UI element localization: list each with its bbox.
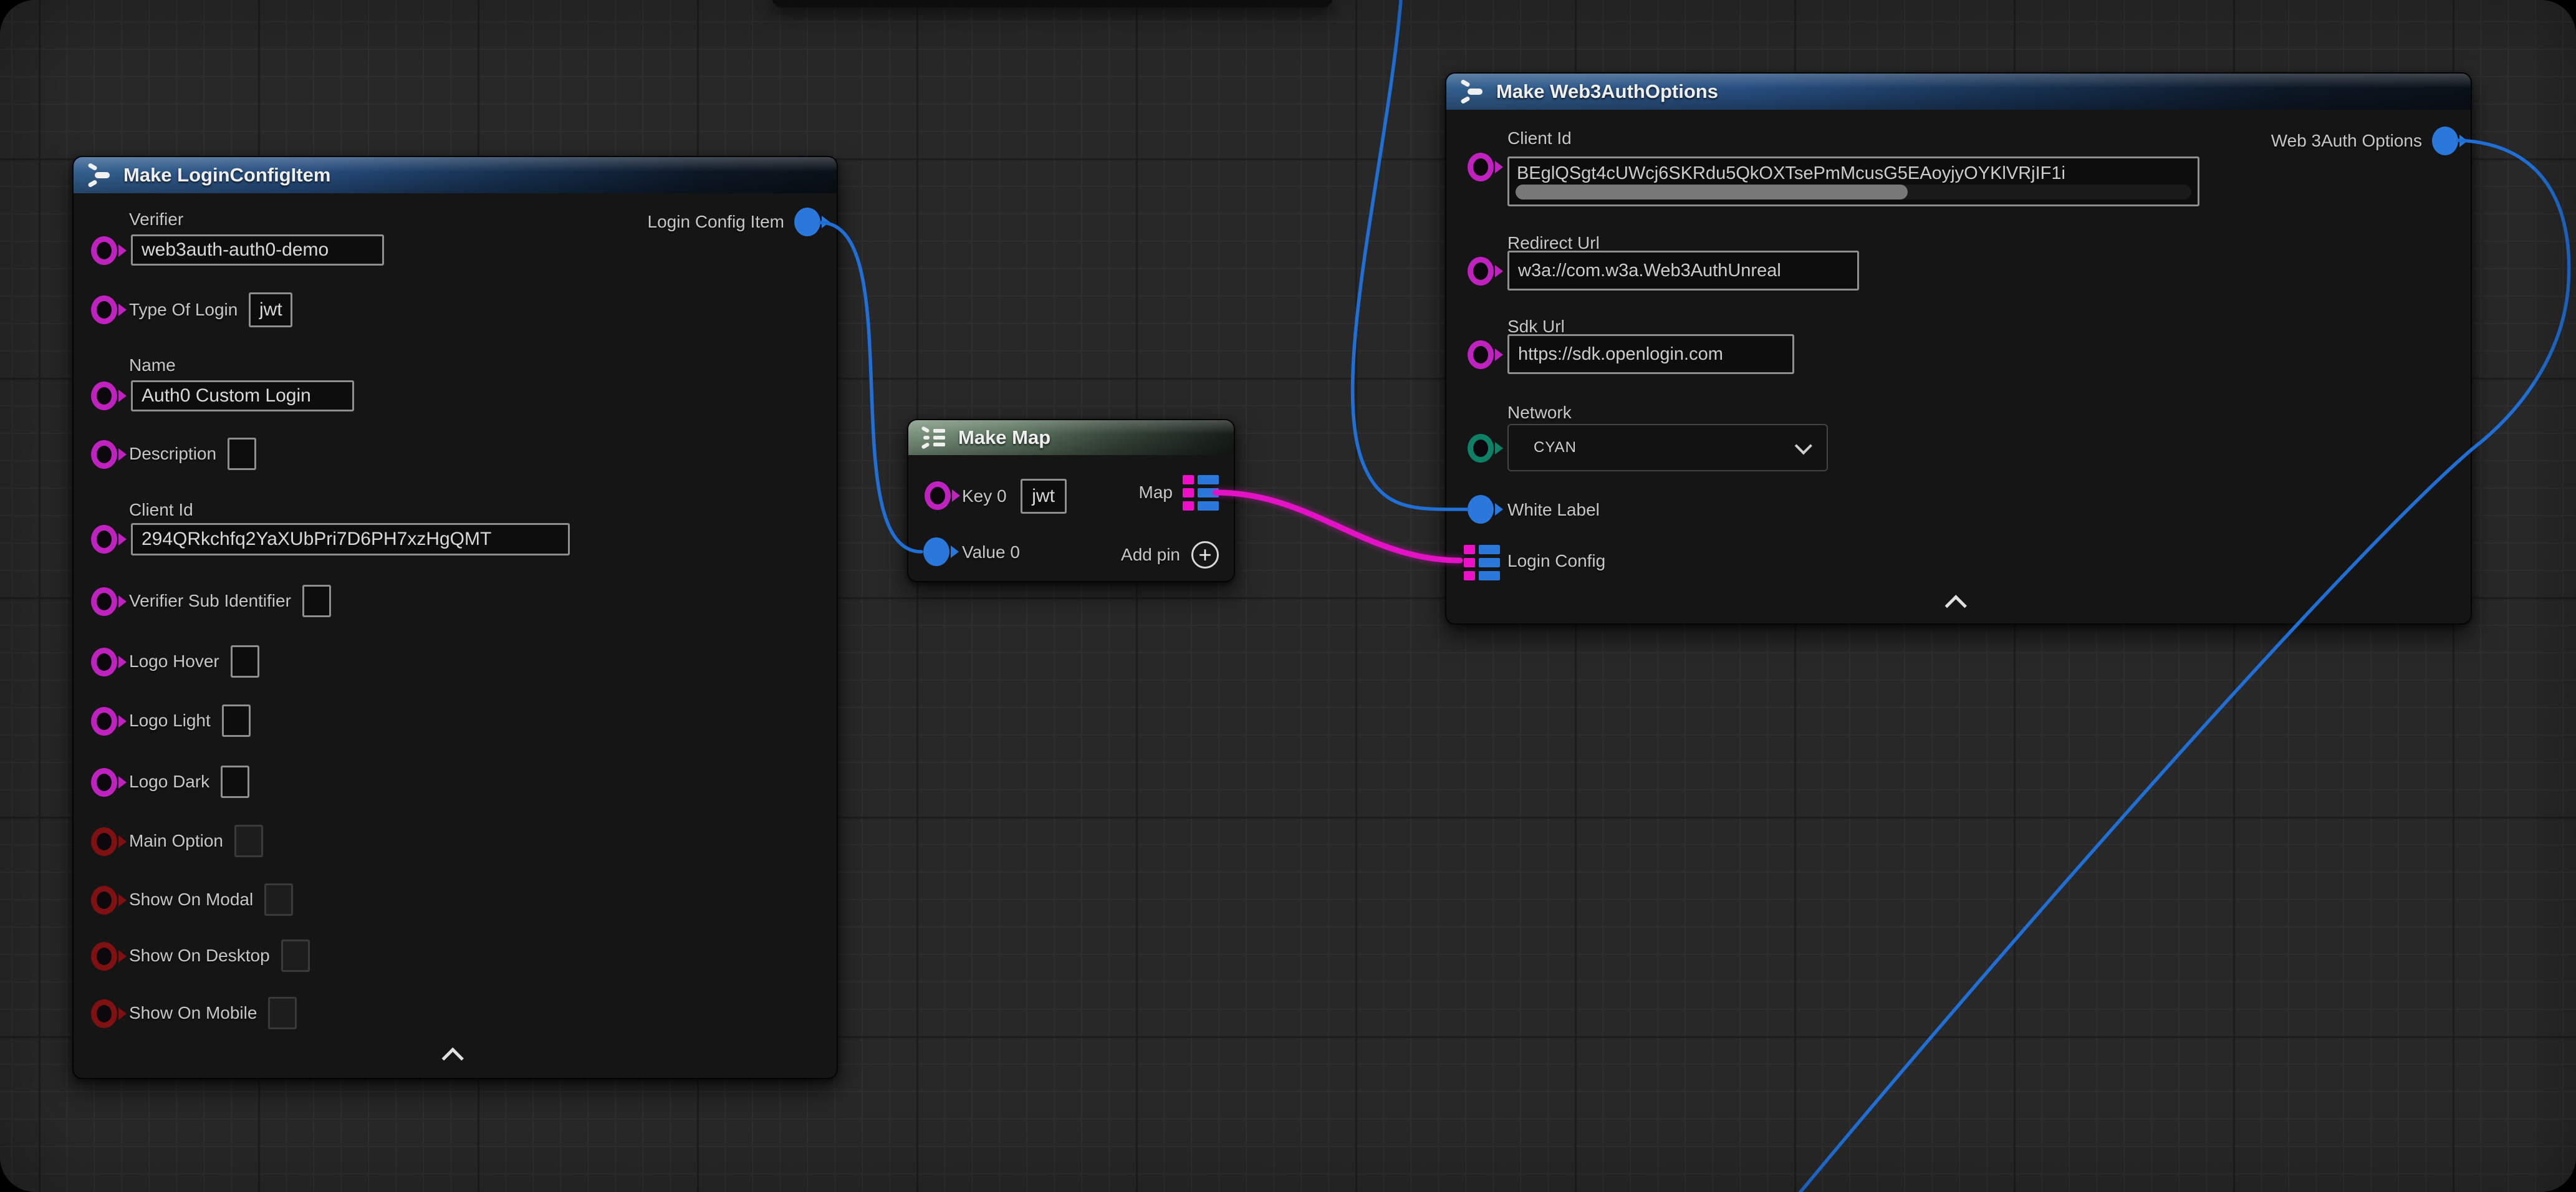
chevron-up-icon	[1945, 595, 1967, 617]
network-dropdown[interactable]: CYAN	[1507, 424, 1828, 471]
login-config-item-output-pin[interactable]	[794, 208, 820, 236]
client-id-scrollbar[interactable]	[1516, 185, 2191, 199]
verifier-sub-identifier-label: Verifier Sub Identifier	[129, 591, 291, 611]
chevron-up-icon	[441, 1047, 463, 1069]
show-on-mobile-label: Show On Mobile	[129, 1003, 257, 1023]
white-label-label: White Label	[1507, 500, 1600, 520]
show-on-modal-checkbox[interactable]	[264, 883, 293, 916]
add-pin-icon[interactable]: +	[1191, 541, 1219, 569]
network-pin[interactable]	[1468, 434, 1494, 463]
node-make-login-config-item[interactable]: Make LoginConfigItem Verifier Login Conf…	[72, 156, 838, 1079]
logo-light-label: Logo Light	[129, 711, 211, 731]
description-pin[interactable]	[91, 440, 117, 469]
show-on-mobile-checkbox[interactable]	[268, 997, 297, 1029]
key-0-label: Key 0	[962, 486, 1007, 506]
login-config-label: Login Config	[1507, 551, 1605, 571]
login-config-item-output-label: Login Config Item	[648, 212, 784, 232]
show-on-desktop-checkbox[interactable]	[281, 940, 310, 972]
web3auth-options-output-label: Web 3Auth Options	[2271, 131, 2422, 151]
logo-hover-pin[interactable]	[91, 648, 117, 676]
description-input[interactable]	[228, 438, 256, 470]
network-selected-value: CYAN	[1534, 439, 1577, 456]
value-0-pin[interactable]	[923, 537, 949, 566]
client-id-input[interactable]: 294QRkchfq2YaXUbPri7D6PH7xzHgQMT	[131, 523, 570, 555]
add-pin-button[interactable]: Add pin +	[1121, 540, 1219, 570]
main-option-checkbox[interactable]	[234, 825, 263, 857]
client-id-input[interactable]: BEglQSgt4cUWcj6SKRdu5QkOXTsePmMcusG5EAoy…	[1507, 156, 2199, 206]
client-id-label: Client Id	[1507, 128, 1572, 148]
value-0-label: Value 0	[962, 542, 1020, 562]
name-input[interactable]: Auth0 Custom Login	[131, 380, 354, 411]
client-id-label: Client Id	[129, 500, 193, 520]
make-struct-icon	[85, 161, 113, 190]
verifier-label: Verifier	[129, 209, 183, 229]
key-0-pin[interactable]	[925, 481, 951, 510]
node-header[interactable]: Make Web3AuthOptions	[1446, 74, 2471, 110]
description-label: Description	[129, 444, 216, 464]
main-option-label: Main Option	[129, 831, 223, 851]
verifier-sub-identifier-pin[interactable]	[91, 587, 117, 616]
make-map-icon	[920, 423, 948, 452]
logo-dark-label: Logo Dark	[129, 772, 209, 792]
web3auth-options-output-pin[interactable]	[2432, 127, 2458, 155]
chevron-down-icon	[1795, 437, 1812, 454]
show-on-desktop-label: Show On Desktop	[129, 946, 270, 966]
main-option-pin[interactable]	[91, 827, 117, 856]
client-id-pin[interactable]	[1468, 153, 1494, 181]
type-of-login-label: Type Of Login	[129, 300, 238, 320]
redirect-url-pin[interactable]	[1468, 257, 1494, 286]
node-title: Make Map	[958, 426, 1050, 449]
name-label: Name	[129, 355, 176, 375]
wire-map-to-login-config[interactable]	[1216, 493, 1460, 560]
show-on-mobile-pin[interactable]	[91, 999, 117, 1028]
white-label-pin[interactable]	[1468, 495, 1494, 524]
type-of-login-input[interactable]: jwt	[249, 292, 292, 327]
sdk-url-input[interactable]: https://sdk.openlogin.com	[1507, 334, 1794, 374]
logo-hover-label: Logo Hover	[129, 651, 219, 671]
node-header[interactable]: Make Map	[908, 420, 1234, 455]
logo-dark-input[interactable]	[221, 766, 249, 798]
login-config-pin[interactable]	[1464, 545, 1500, 580]
client-id-value: BEglQSgt4cUWcj6SKRdu5QkOXTsePmMcusG5EAoy…	[1517, 163, 2194, 184]
make-struct-icon	[1458, 77, 1486, 106]
logo-dark-pin[interactable]	[91, 768, 117, 797]
map-output-label: Map	[1139, 483, 1173, 502]
logo-hover-input[interactable]	[231, 645, 259, 678]
node-header[interactable]: Make LoginConfigItem	[74, 157, 837, 193]
graph-canvas[interactable]: Make LoginConfigItem Verifier Login Conf…	[0, 0, 2576, 1192]
sdk-url-pin[interactable]	[1468, 340, 1494, 369]
offscreen-node-sliver[interactable]	[772, 0, 1333, 7]
logo-light-pin[interactable]	[91, 707, 117, 736]
show-on-modal-label: Show On Modal	[129, 890, 253, 910]
redirect-url-input[interactable]: w3a://com.w3a.Web3AuthUnreal	[1507, 251, 1859, 291]
show-on-modal-pin[interactable]	[91, 886, 117, 915]
add-pin-label: Add pin	[1121, 545, 1180, 565]
node-make-web3auth-options[interactable]: Make Web3AuthOptions Client Id Web 3Auth…	[1445, 72, 2472, 625]
type-of-login-pin[interactable]	[91, 296, 117, 324]
network-label: Network	[1507, 403, 1572, 423]
node-title: Make Web3AuthOptions	[1496, 80, 1718, 103]
scrollbar-thumb[interactable]	[1516, 185, 1908, 199]
verifier-sub-identifier-input[interactable]	[302, 585, 331, 617]
node-title: Make LoginConfigItem	[123, 164, 330, 186]
collapse-chevron-button[interactable]	[436, 1045, 474, 1066]
verifier-input[interactable]: web3auth-auth0-demo	[131, 234, 384, 266]
client-id-pin[interactable]	[91, 525, 117, 554]
key-0-input[interactable]: jwt	[1021, 479, 1067, 514]
name-pin[interactable]	[91, 382, 117, 410]
collapse-chevron-button[interactable]	[1940, 592, 1978, 613]
show-on-desktop-pin[interactable]	[91, 942, 117, 971]
logo-light-input[interactable]	[222, 704, 251, 737]
node-make-map[interactable]: Make Map Key 0 jwt Map Value 0 Add pin +	[907, 419, 1235, 582]
verifier-pin[interactable]	[91, 236, 117, 265]
